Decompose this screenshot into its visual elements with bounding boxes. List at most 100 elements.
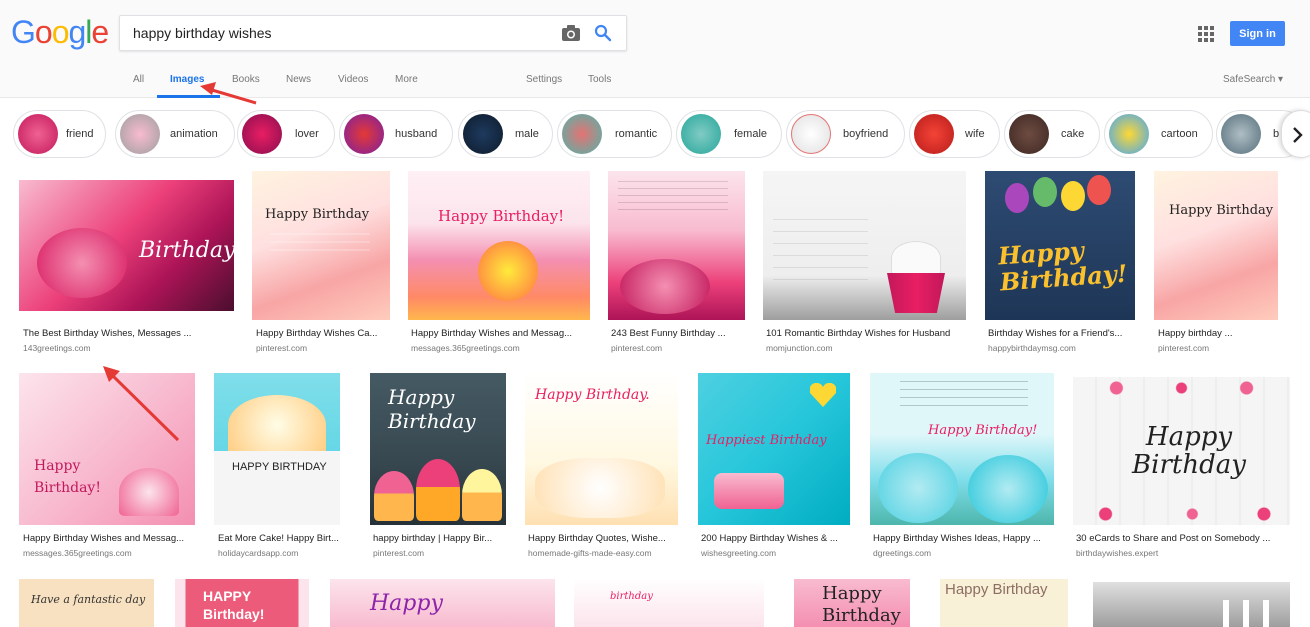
result-title[interactable]: Eat More Cake! Happy Birt... xyxy=(218,533,340,544)
result-thumbnail[interactable] xyxy=(1093,582,1290,627)
tab-images[interactable]: Images xyxy=(170,74,204,85)
thumbnail-text: Birthday xyxy=(139,238,234,263)
chip-label: romantic xyxy=(615,128,658,140)
result-thumbnail[interactable]: Happy Birthday. xyxy=(525,373,678,525)
search-icon[interactable] xyxy=(594,24,612,42)
result-thumbnail[interactable]: HAPPY Birthday! xyxy=(175,579,309,627)
result-thumbnail[interactable]: Happy Birthday xyxy=(794,579,910,627)
safesearch-dropdown[interactable]: SafeSearch ▾ xyxy=(1223,74,1283,85)
result-title[interactable]: Happy Birthday Wishes Ideas, Happy ... xyxy=(873,533,1054,544)
chip-husband[interactable]: husband xyxy=(339,110,453,158)
result-thumbnail[interactable]: Happy Birthday xyxy=(940,579,1068,627)
result-source[interactable]: happybirthdaymsg.com xyxy=(988,343,1076,353)
tab-more[interactable]: More xyxy=(395,74,418,85)
chip-thumbnail xyxy=(120,114,160,154)
result-title[interactable]: Happy Birthday Wishes and Messag... xyxy=(23,533,195,544)
result-title[interactable]: 243 Best Funny Birthday ... xyxy=(611,328,745,339)
chip-thumbnail xyxy=(791,114,831,154)
chip-cake[interactable]: cake xyxy=(1004,110,1100,158)
chip-male[interactable]: male xyxy=(458,110,553,158)
result-source[interactable]: wishesgreeting.com xyxy=(701,548,776,558)
result-title[interactable]: Happy birthday ... xyxy=(1158,328,1278,339)
chip-female[interactable]: female xyxy=(676,110,782,158)
search-input[interactable] xyxy=(133,16,553,50)
chip-animation[interactable]: animation xyxy=(115,110,235,158)
result-source[interactable]: homemade-gifts-made-easy.com xyxy=(528,548,652,558)
result-title[interactable]: 200 Happy Birthday Wishes & ... xyxy=(701,533,850,544)
tab-all[interactable]: All xyxy=(133,74,144,85)
result-source[interactable]: pinterest.com xyxy=(1158,343,1209,353)
result-title[interactable]: 101 Romantic Birthday Wishes for Husband xyxy=(766,328,966,339)
chip-thumbnail xyxy=(681,114,721,154)
result-title[interactable]: 30 eCards to Share and Post on Somebody … xyxy=(1076,533,1290,544)
result-thumbnail[interactable]: Happy Birthday xyxy=(1154,171,1278,320)
chip-thumbnail xyxy=(914,114,954,154)
result-source[interactable]: birthdaywishes.expert xyxy=(1076,548,1158,558)
result-title[interactable]: Birthday Wishes for a Friend's... xyxy=(988,328,1135,339)
related-search-chips: friend animation lover husband male roma… xyxy=(0,110,1310,158)
result-source[interactable]: messages.365greetings.com xyxy=(411,343,520,353)
result-thumbnail[interactable]: Happy Birthday! xyxy=(19,373,195,525)
camera-icon[interactable] xyxy=(561,24,581,42)
thumbnail-text: Happy Birthday! xyxy=(997,235,1129,297)
tab-books[interactable]: Books xyxy=(232,74,260,85)
result-source[interactable]: dgreetings.com xyxy=(873,548,931,558)
result-thumbnail[interactable]: Happy Birthday xyxy=(1073,377,1290,525)
sign-in-button[interactable]: Sign in xyxy=(1230,21,1285,46)
result-source[interactable]: pinterest.com xyxy=(373,548,424,558)
result-thumbnail[interactable]: Happiest Birthday xyxy=(698,373,850,525)
result-thumbnail[interactable]: Happy Birthday! xyxy=(985,171,1135,320)
result-thumbnail[interactable]: Have a fantastic day xyxy=(19,579,154,627)
result-thumbnail[interactable]: Happy Birthday! xyxy=(870,373,1054,525)
thumbnail-text: Happy Birthday xyxy=(265,207,370,222)
chip-romantic[interactable]: romantic xyxy=(557,110,672,158)
result-thumbnail[interactable]: Happy Birthday xyxy=(370,373,506,525)
result-thumbnail[interactable]: Happy xyxy=(330,579,555,627)
result-source[interactable]: holidaycardsapp.com xyxy=(218,548,298,558)
result-source[interactable]: 143greetings.com xyxy=(23,343,91,353)
result-source[interactable]: pinterest.com xyxy=(256,343,307,353)
chip-cartoon[interactable]: cartoon xyxy=(1104,110,1213,158)
thumbnail-text: Happy Birthday xyxy=(1169,203,1274,218)
thumbnail-text: birthday xyxy=(610,591,653,602)
result-thumbnail[interactable]: Happy Birthday xyxy=(252,171,390,320)
result-title[interactable]: Happy Birthday Quotes, Wishe... xyxy=(528,533,678,544)
tab-tools[interactable]: Tools xyxy=(588,74,611,85)
result-title[interactable]: Happy Birthday Wishes Ca... xyxy=(256,328,390,339)
google-logo[interactable]: Google xyxy=(11,14,109,51)
chip-wife[interactable]: wife xyxy=(909,110,1000,158)
result-thumbnail[interactable]: birthday xyxy=(574,579,764,627)
result-title[interactable]: The Best Birthday Wishes, Messages ... xyxy=(23,328,233,339)
result-thumbnail[interactable] xyxy=(763,171,966,320)
tab-news[interactable]: News xyxy=(286,74,311,85)
result-source[interactable]: pinterest.com xyxy=(611,343,662,353)
thumbnail-text: Have a fantastic day xyxy=(31,593,146,606)
result-source[interactable]: messages.365greetings.com xyxy=(23,548,132,558)
tab-videos[interactable]: Videos xyxy=(338,74,368,85)
thumbnail-text: Happy Birthday xyxy=(388,385,476,433)
chips-next-button[interactable] xyxy=(1281,110,1310,158)
chip-thumbnail xyxy=(1221,114,1261,154)
chip-label: male xyxy=(515,128,539,140)
result-thumbnail[interactable]: Birthday xyxy=(19,180,234,311)
search-box xyxy=(119,15,627,51)
thumbnail-text: Happy Birthday xyxy=(1132,422,1246,480)
result-thumbnail[interactable] xyxy=(608,171,745,320)
tab-settings[interactable]: Settings xyxy=(526,74,562,85)
result-title[interactable]: happy birthday | Happy Bir... xyxy=(373,533,506,544)
chip-friend[interactable]: friend xyxy=(13,110,106,158)
result-thumbnail[interactable]: HAPPY BIRTHDAY xyxy=(214,373,340,525)
result-source[interactable]: momjunction.com xyxy=(766,343,833,353)
chip-lover[interactable]: lover xyxy=(237,110,335,158)
thumbnail-text: Happy Birthday! xyxy=(928,423,1038,438)
header: Google Sign in All Images Bo xyxy=(0,0,1310,98)
apps-icon[interactable] xyxy=(1198,26,1214,42)
thumbnail-text: HAPPY Birthday! xyxy=(203,588,265,622)
chip-boyfriend[interactable]: boyfriend xyxy=(786,110,905,158)
chip-label: b xyxy=(1273,128,1280,140)
result-thumbnail[interactable]: Happy Birthday! xyxy=(408,171,590,320)
thumbnail-text: Happy Birthday! xyxy=(438,207,565,225)
result-title[interactable]: Happy Birthday Wishes and Messag... xyxy=(411,328,589,339)
chip-label: animation xyxy=(170,128,218,140)
active-tab-indicator xyxy=(157,95,220,98)
